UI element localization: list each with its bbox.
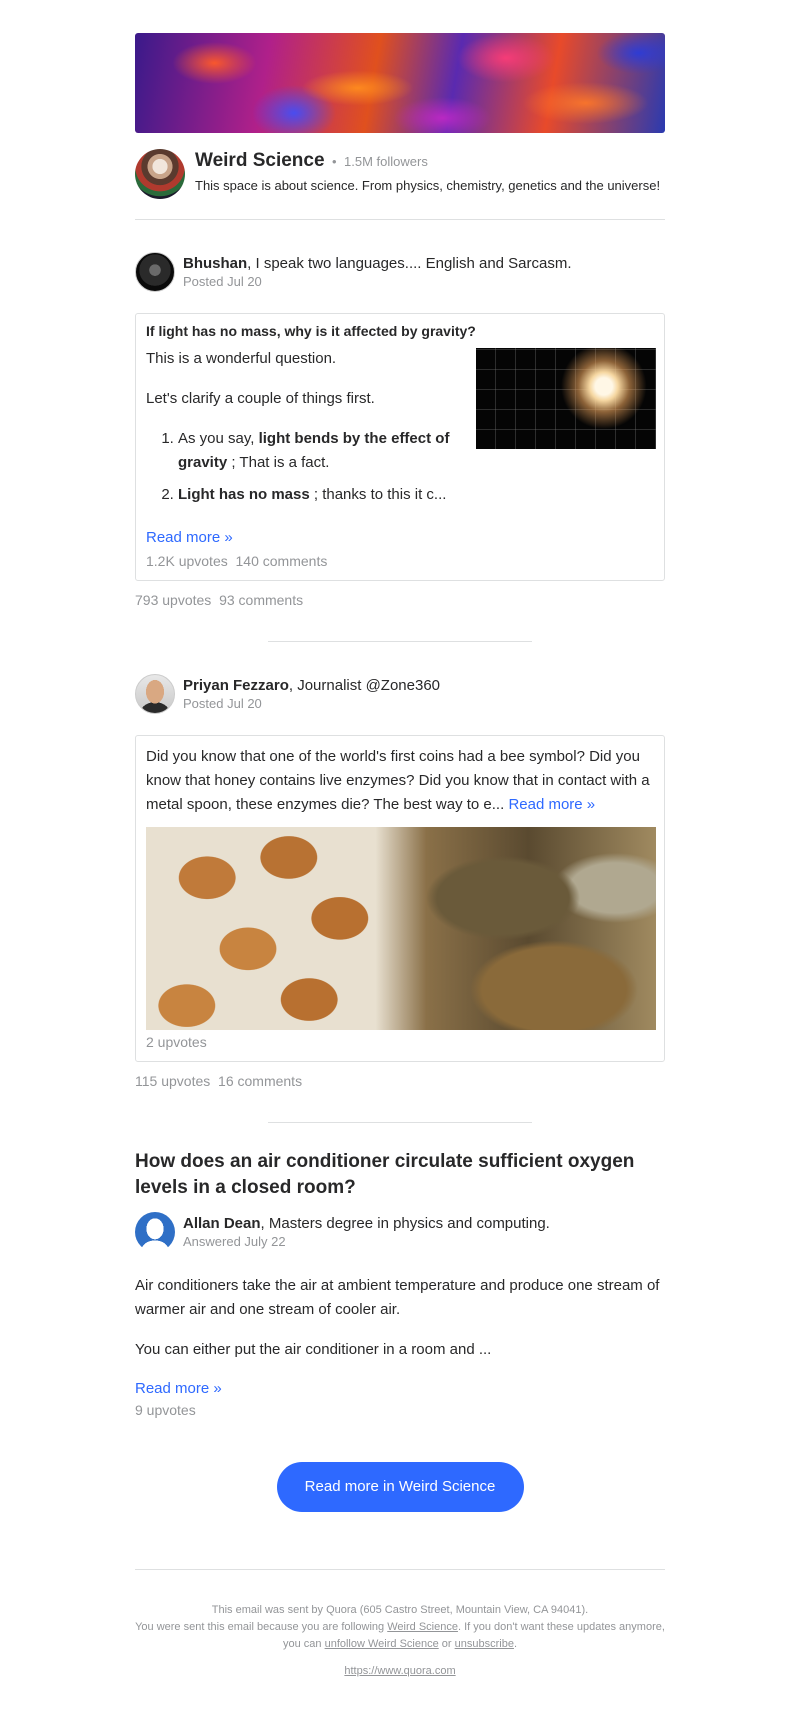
answer-upvotes: 9 upvotes xyxy=(135,1402,196,1418)
author-credential: , Journalist @Zone360 xyxy=(288,677,441,694)
paragraph: Let's clarify a couple of things first. xyxy=(146,390,375,407)
author-name[interactable]: Bhushan xyxy=(183,255,247,272)
shared-answer-card[interactable]: If light has no mass, why is it affected… xyxy=(135,313,665,581)
post-comments: 93 comments xyxy=(219,592,304,608)
unfollow-link[interactable]: unfollow Weird Science xyxy=(325,1638,439,1650)
separator-dot: • xyxy=(332,154,337,169)
footer-text: or xyxy=(438,1638,455,1650)
space-description: This space is about science. From physic… xyxy=(195,178,661,193)
footer-text: . xyxy=(513,1638,518,1650)
avatar[interactable] xyxy=(135,1212,175,1252)
footer-line-2: You were sent this email because you are… xyxy=(135,1619,665,1653)
post-stats: 115 upvotes 16 comments xyxy=(135,1073,665,1089)
answer-text: Air conditioners take the air at ambient… xyxy=(135,1274,665,1362)
posted-date: Posted Jul 20 xyxy=(183,274,262,289)
author-line: Priyan Fezzaro, Journalist @Zone360 xyxy=(183,676,440,695)
avatar[interactable] xyxy=(135,252,175,292)
post-upvotes: 793 upvotes xyxy=(135,592,212,608)
post-bhushan: Bhushan, I speak two languages.... Engli… xyxy=(135,252,665,608)
footer-line-1: This email was sent by Quora (605 Castro… xyxy=(211,1604,589,1616)
post-upvotes: 115 upvotes xyxy=(135,1073,211,1089)
footer: This email was sent by Quora (605 Castro… xyxy=(135,1569,665,1680)
space-avatar[interactable] xyxy=(135,149,185,199)
post-card[interactable]: Did you know that one of the world's fir… xyxy=(135,735,665,1062)
list-item: Light has no mass ; thanks to this it c.… xyxy=(178,483,466,507)
avatar[interactable] xyxy=(135,674,175,714)
unsubscribe-link[interactable]: unsubscribe xyxy=(455,1638,514,1650)
card-text: This is a wonderful question. Let's clar… xyxy=(146,347,476,515)
author-name[interactable]: Priyan Fezzaro xyxy=(183,677,289,694)
paragraph: This is a wonderful question. xyxy=(146,350,337,367)
card-comments: 140 comments xyxy=(235,553,328,569)
divider xyxy=(268,641,532,642)
read-more-link[interactable]: Read more » xyxy=(135,1378,665,1400)
space-banner-image[interactable] xyxy=(135,33,665,133)
post-stats: 793 upvotes 93 comments xyxy=(135,592,665,608)
paragraph: You can either put the air conditioner i… xyxy=(135,1341,492,1358)
space-info: Weird Science • 1.5M followers This spac… xyxy=(195,149,660,194)
author-line: Bhushan, I speak two languages.... Engli… xyxy=(183,254,572,273)
space-title-row: Weird Science • 1.5M followers xyxy=(195,149,660,174)
gravity-light-image xyxy=(476,348,656,449)
numbered-list: As you say, light bends by the effect of… xyxy=(146,427,466,507)
card-stats: 1.2K upvotes 140 comments xyxy=(146,551,656,571)
author-meta: Bhushan, I speak two languages.... Engli… xyxy=(183,254,572,290)
read-more-link[interactable]: Read more » xyxy=(146,527,656,549)
space-header: Weird Science • 1.5M followers This spac… xyxy=(135,149,665,220)
question-title[interactable]: How does an air conditioner circulate su… xyxy=(135,1149,665,1201)
card-upvotes: 1.2K upvotes xyxy=(146,553,228,569)
card-body: This is a wonderful question. Let's clar… xyxy=(146,347,656,515)
divider xyxy=(268,1122,532,1123)
list-item: As you say, light bends by the effect of… xyxy=(178,427,466,475)
quora-url-link[interactable]: https://www.quora.com xyxy=(344,1665,455,1677)
card-upvotes: 2 upvotes xyxy=(146,1034,207,1050)
paragraph: Air conditioners take the air at ambient… xyxy=(135,1277,660,1318)
footer-text: You were sent this email because you are… xyxy=(135,1621,388,1633)
space-link[interactable]: Weird Science xyxy=(387,1621,458,1633)
author-row: Allan Dean, Masters degree in physics an… xyxy=(135,1212,665,1252)
author-row: Bhushan, I speak two languages.... Engli… xyxy=(135,252,665,292)
cta-wrap: Read more in Weird Science xyxy=(135,1462,665,1512)
honey-bee-image[interactable] xyxy=(146,827,656,1030)
list-item-text: As you say, xyxy=(178,430,259,447)
post-text: Did you know that one of the world's fir… xyxy=(146,745,656,817)
read-more-in-space-button[interactable]: Read more in Weird Science xyxy=(276,1462,524,1512)
post-priyan: Priyan Fezzaro, Journalist @Zone360 Post… xyxy=(135,674,665,1089)
author-row: Priyan Fezzaro, Journalist @Zone360 Post… xyxy=(135,674,665,714)
posted-date: Posted Jul 20 xyxy=(183,696,262,711)
list-item-text: ; thanks to this it c... xyxy=(309,486,447,503)
author-meta: Allan Dean, Masters degree in physics an… xyxy=(183,1214,550,1250)
card-question-title[interactable]: If light has no mass, why is it affected… xyxy=(146,323,656,339)
author-meta: Priyan Fezzaro, Journalist @Zone360 Post… xyxy=(183,676,440,712)
space-title[interactable]: Weird Science xyxy=(195,150,325,171)
author-name[interactable]: Allan Dean xyxy=(183,1215,261,1232)
list-item-bold: Light has no mass xyxy=(178,486,310,503)
footer-url-row: https://www.quora.com xyxy=(135,1663,665,1680)
author-credential: , Masters degree in physics and computin… xyxy=(260,1215,550,1232)
read-more-link[interactable]: Read more » xyxy=(508,796,595,813)
list-item-text: ; That is a fact. xyxy=(227,454,330,471)
author-credential: , I speak two languages.... English and … xyxy=(247,255,572,272)
space-followers: 1.5M followers xyxy=(344,154,428,169)
answer-allan: How does an air conditioner circulate su… xyxy=(135,1149,665,1420)
author-line: Allan Dean, Masters degree in physics an… xyxy=(183,1214,550,1233)
post-comments: 16 comments xyxy=(218,1073,303,1089)
answered-date: Answered July 22 xyxy=(183,1234,286,1249)
email-digest: Weird Science • 1.5M followers This spac… xyxy=(135,0,665,1680)
